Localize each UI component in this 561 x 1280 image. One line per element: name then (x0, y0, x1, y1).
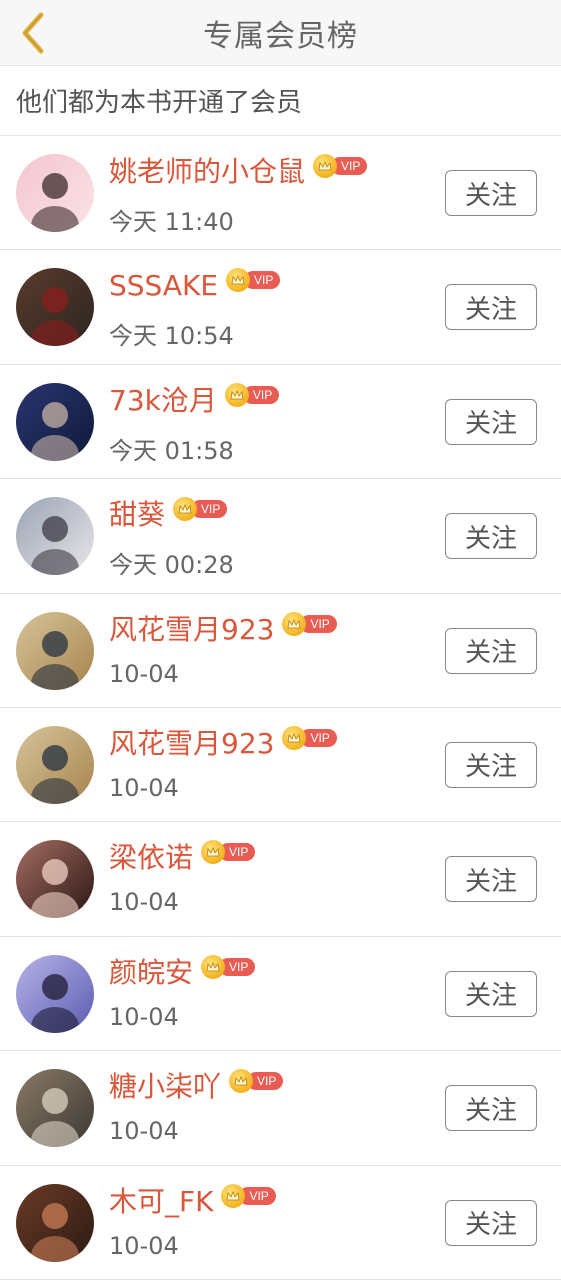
page-title: 专属会员榜 (203, 18, 358, 54)
list-item[interactable]: 梁依诺 VIP 10-04 关注 (0, 822, 561, 937)
join-time: 10-04 (109, 659, 179, 688)
subheader-text: 他们都为本书开通了会员 (0, 66, 561, 136)
member-name-line: 颜皖安 VIP (109, 951, 256, 995)
vip-badge: VIP (221, 1183, 276, 1208)
join-time: 10-04 (109, 1117, 179, 1146)
avatar[interactable] (16, 725, 94, 804)
crown-icon (201, 954, 226, 979)
crown-icon (221, 1183, 246, 1208)
avatar[interactable] (16, 497, 94, 576)
crown-icon (226, 268, 251, 293)
crown-icon (173, 497, 198, 522)
join-time: 10-04 (109, 1231, 179, 1260)
join-time: 今天 00:28 (109, 551, 234, 580)
avatar[interactable] (16, 268, 94, 347)
member-name[interactable]: 颜皖安 (109, 951, 193, 995)
list-item[interactable]: SSSAKE VIP 今天 10:54 关注 (0, 250, 561, 365)
join-time: 今天 01:58 (109, 436, 234, 465)
vip-badge: VIP (201, 840, 256, 865)
member-name-line: 73k沧月 VIP (109, 379, 280, 423)
avatar[interactable] (16, 154, 94, 232)
list-item[interactable]: 甜葵 VIP 今天 00:28 关注 (0, 479, 561, 594)
back-button[interactable] (10, 9, 54, 57)
avatar[interactable] (16, 954, 94, 1033)
vip-badge: VIP (226, 268, 281, 293)
join-time: 10-04 (109, 888, 179, 917)
join-time: 今天 10:54 (109, 322, 234, 351)
follow-button[interactable]: 关注 (445, 170, 537, 216)
vip-badge: VIP (282, 725, 337, 750)
avatar[interactable] (16, 1183, 94, 1262)
member-list: 姚老师的小仓鼠 VIP 今天 11:40 关注 SSSAKE VIP 今天 10… (0, 136, 561, 1280)
vip-badge: VIP (282, 611, 337, 636)
follow-button[interactable]: 关注 (445, 970, 537, 1017)
list-item[interactable]: 风花雪月923 VIP 10-04 关注 (0, 594, 561, 708)
avatar[interactable] (16, 382, 94, 461)
member-name-line: 梁依诺 VIP (109, 836, 256, 880)
join-time: 今天 11:40 (109, 208, 234, 236)
follow-button[interactable]: 关注 (445, 856, 537, 903)
member-name-line: 风花雪月923 VIP (109, 722, 337, 766)
list-item[interactable]: 姚老师的小仓鼠 VIP 今天 11:40 关注 (0, 136, 561, 251)
vip-badge: VIP (229, 1069, 284, 1094)
member-name-line: 糖小柒吖 VIP (109, 1065, 284, 1109)
list-item[interactable]: 73k沧月 VIP 今天 01:58 关注 (0, 365, 561, 480)
follow-button[interactable]: 关注 (445, 398, 537, 445)
crown-icon (282, 611, 307, 636)
member-name[interactable]: 甜葵 (109, 493, 165, 537)
crown-icon (229, 1069, 254, 1094)
member-name[interactable]: 73k沧月 (109, 379, 217, 423)
member-name[interactable]: 木可_FK (109, 1180, 213, 1224)
member-name-line: 姚老师的小仓鼠 VIP (109, 150, 368, 194)
follow-button[interactable]: 关注 (445, 627, 537, 674)
member-name[interactable]: SSSAKE (109, 264, 218, 308)
follow-button[interactable]: 关注 (445, 741, 537, 788)
avatar[interactable] (16, 611, 94, 690)
list-item[interactable]: 颜皖安 VIP 10-04 关注 (0, 937, 561, 1052)
vip-badge: VIP (313, 154, 368, 178)
join-time: 10-04 (109, 1002, 179, 1031)
member-name[interactable]: 梁依诺 (109, 836, 193, 880)
crown-icon (201, 840, 226, 865)
member-name-line: 风花雪月923 VIP (109, 608, 337, 652)
chevron-left-icon (22, 12, 44, 54)
avatar[interactable] (16, 840, 94, 919)
member-name[interactable]: 姚老师的小仓鼠 (109, 150, 305, 194)
vip-badge: VIP (173, 497, 228, 522)
crown-icon (282, 725, 307, 750)
follow-button[interactable]: 关注 (445, 284, 537, 331)
member-name[interactable]: 风花雪月923 (109, 608, 274, 652)
list-item[interactable]: 木可_FK VIP 10-04 关注 (0, 1166, 561, 1280)
member-name-line: 木可_FK VIP (109, 1180, 276, 1224)
avatar[interactable] (16, 1069, 94, 1148)
top-bar: 专属会员榜 (0, 0, 561, 66)
follow-button[interactable]: 关注 (445, 1199, 537, 1246)
member-name[interactable]: 风花雪月923 (109, 722, 274, 766)
vip-badge: VIP (224, 382, 280, 407)
follow-button[interactable]: 关注 (445, 1085, 537, 1132)
crown-icon (313, 154, 338, 178)
join-time: 10-04 (109, 773, 179, 802)
member-name[interactable]: 糖小柒吖 (109, 1065, 221, 1109)
follow-button[interactable]: 关注 (445, 513, 537, 560)
list-item[interactable]: 糖小柒吖 VIP 10-04 关注 (0, 1051, 561, 1166)
vip-badge: VIP (201, 954, 256, 979)
list-item[interactable]: 风花雪月923 VIP 10-04 关注 (0, 708, 561, 823)
member-name-line: 甜葵 VIP (109, 493, 228, 537)
member-name-line: SSSAKE VIP (109, 264, 281, 308)
crown-icon (224, 382, 249, 407)
